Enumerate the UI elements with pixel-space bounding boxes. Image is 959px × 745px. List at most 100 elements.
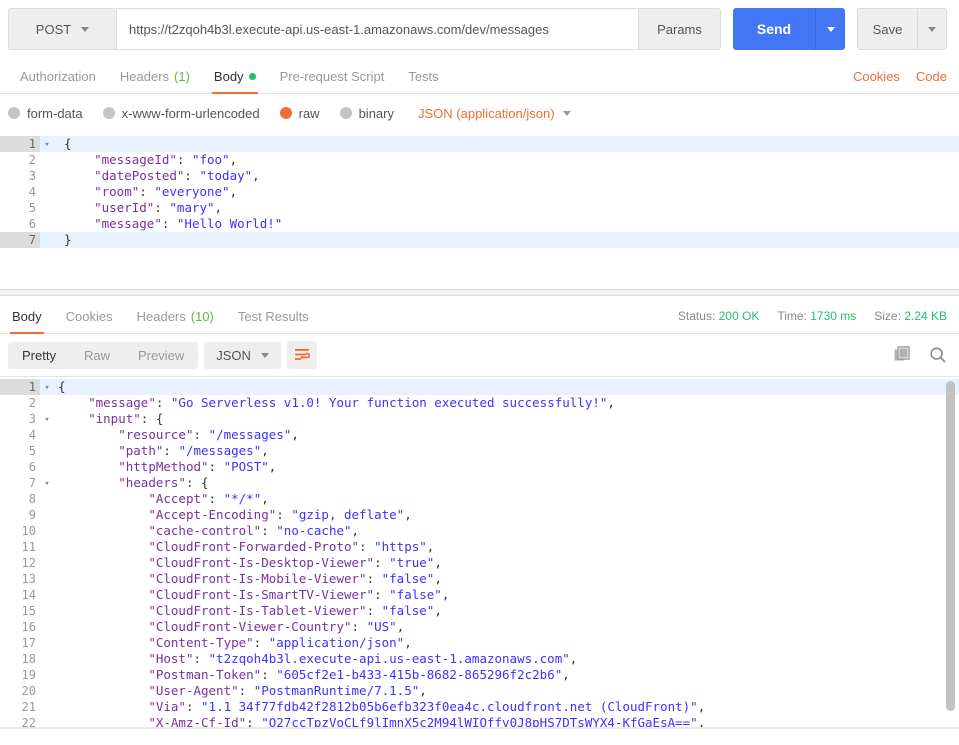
fold-toggle-icon[interactable]	[40, 651, 54, 652]
code-text: "message": "Hello World!"	[94, 216, 283, 231]
body-type-urlencoded[interactable]: x-www-form-urlencoded	[102, 106, 260, 121]
fold-toggle-icon[interactable]	[40, 699, 54, 700]
code-text: "CloudFront-Is-Mobile-Viewer": "false",	[148, 571, 442, 586]
line-number: 21	[21, 700, 36, 714]
tab-pre-request-script[interactable]: Pre-request Script	[268, 69, 397, 93]
size-label: Size:	[874, 309, 901, 323]
view-pretty[interactable]: Pretty	[8, 342, 70, 369]
fold-toggle-icon[interactable]	[40, 539, 54, 540]
fold-toggle-icon[interactable]	[40, 232, 54, 233]
body-type-form-data[interactable]: form-data	[8, 106, 83, 121]
line-number: 10	[21, 524, 36, 538]
response-language-select[interactable]: JSON	[204, 341, 281, 369]
code-text: "messageId": "foo",	[94, 152, 238, 167]
request-body-editor[interactable]: 1 ▾{2 "messageId": "foo", 3 "datePosted": …	[0, 132, 959, 290]
copy-button[interactable]	[893, 346, 911, 364]
fold-toggle-icon[interactable]	[40, 200, 54, 201]
fold-toggle-icon[interactable]	[40, 459, 54, 460]
fold-toggle-icon[interactable]	[40, 443, 54, 444]
size-value: 2.24 KB	[904, 309, 947, 323]
chevron-down-icon	[260, 352, 269, 358]
code-link[interactable]: Code	[916, 69, 947, 84]
fold-toggle-icon[interactable]	[40, 635, 54, 636]
copy-icon	[894, 346, 910, 361]
fold-toggle-icon[interactable]	[40, 427, 54, 428]
body-type-raw[interactable]: raw	[279, 106, 320, 121]
tab-tests[interactable]: Tests	[396, 69, 450, 93]
url-input[interactable]: https://t2zqoh4b3l.execute-api.us-east-1…	[116, 8, 639, 50]
code-text: "path": "/messages",	[118, 443, 269, 458]
http-method-select[interactable]: POST	[8, 8, 116, 50]
fold-toggle-icon[interactable]	[40, 152, 54, 153]
fold-toggle-icon[interactable]: ▾	[40, 136, 54, 153]
code-line: 1 ▾ {	[0, 379, 959, 395]
fold-toggle-icon[interactable]: ▾	[40, 379, 54, 396]
editor-bottom-edge	[0, 727, 959, 729]
fold-toggle-icon[interactable]	[40, 587, 54, 588]
tab-label: Headers	[119, 69, 170, 84]
fold-toggle-icon[interactable]	[40, 507, 54, 508]
line-number: 12	[21, 556, 36, 570]
fold-toggle-icon[interactable]	[40, 683, 54, 684]
request-tab-bar: Authorization Headers (1) Body Pre-reque…	[0, 58, 959, 94]
tab-authorization[interactable]: Authorization	[8, 69, 108, 93]
body-type-binary[interactable]: binary	[339, 105, 394, 121]
save-options-button[interactable]	[917, 8, 947, 50]
response-tab-body[interactable]: Body	[0, 309, 54, 334]
status-value: 200 OK	[718, 309, 760, 323]
code-text: }	[64, 232, 72, 247]
send-button[interactable]: Send	[733, 8, 815, 50]
fold-toggle-icon[interactable]	[40, 715, 54, 716]
line-number: 9	[28, 508, 36, 522]
line-number: 2	[28, 153, 36, 167]
code-text: "Host": "t2zqoh4b3l.execute-api.us-east-…	[148, 651, 578, 666]
scrollbar-thumb[interactable]	[946, 381, 955, 711]
code-line: 6 "httpMethod": "POST",	[0, 459, 959, 475]
cookies-link[interactable]: Cookies	[853, 69, 900, 84]
line-number: 13	[21, 572, 36, 586]
line-number: 7	[28, 476, 36, 490]
tab-body[interactable]: Body	[202, 69, 268, 94]
fold-toggle-icon[interactable]	[40, 603, 54, 604]
fold-toggle-icon[interactable]	[40, 571, 54, 572]
code-text: "headers": {	[118, 475, 209, 490]
code-text: "Accept-Encoding": "gzip, deflate",	[148, 507, 412, 522]
tab-label: Body	[12, 309, 42, 324]
fold-toggle-icon[interactable]	[40, 168, 54, 169]
response-tab-cookies[interactable]: Cookies	[54, 309, 125, 333]
fold-toggle-icon[interactable]	[40, 523, 54, 524]
response-body-editor[interactable]: 1 ▾{2 "message": "Go Serverless v1.0! You…	[0, 376, 959, 729]
option-label: binary	[358, 105, 394, 121]
fold-toggle-icon[interactable]	[40, 216, 54, 217]
body-format-select[interactable]: JSON (application/json)	[418, 106, 571, 121]
fold-toggle-icon[interactable]	[40, 491, 54, 492]
fold-toggle-icon[interactable]	[40, 667, 54, 668]
fold-toggle-icon[interactable]: ▾	[40, 411, 54, 428]
wrap-lines-button[interactable]	[286, 341, 317, 369]
view-raw[interactable]: Raw	[70, 342, 124, 369]
params-button[interactable]: Params	[639, 8, 721, 50]
fold-toggle-icon[interactable]: ▾	[40, 475, 54, 492]
line-number: 1	[0, 136, 40, 152]
fold-toggle-icon[interactable]	[40, 395, 54, 396]
postman-window: POST https://t2zqoh4b3l.execute-api.us-e…	[0, 0, 959, 745]
search-button[interactable]	[929, 346, 947, 364]
response-scrollbar[interactable]	[946, 377, 955, 729]
response-tab-headers[interactable]: Headers (10)	[125, 309, 226, 333]
send-options-button[interactable]	[815, 8, 845, 50]
line-number: 18	[21, 652, 36, 666]
fold-toggle-icon[interactable]	[40, 184, 54, 185]
code-line: 1 ▾ {	[0, 136, 959, 152]
fold-toggle-icon[interactable]	[40, 619, 54, 620]
chevron-down-icon	[928, 26, 936, 32]
save-button[interactable]: Save	[857, 8, 917, 50]
view-preview[interactable]: Preview	[124, 342, 198, 369]
line-number: 2	[28, 396, 36, 410]
line-number: 17	[21, 636, 36, 650]
code-line: 6 "message": "Hello World!"	[0, 216, 959, 232]
response-tab-test-results[interactable]: Test Results	[226, 309, 321, 333]
fold-toggle-icon[interactable]	[40, 555, 54, 556]
tab-headers[interactable]: Headers (1)	[108, 69, 202, 93]
code-line: 14 "CloudFront-Is-SmartTV-Viewer": "fals…	[0, 587, 959, 603]
code-text: "datePosted": "today",	[94, 168, 260, 183]
